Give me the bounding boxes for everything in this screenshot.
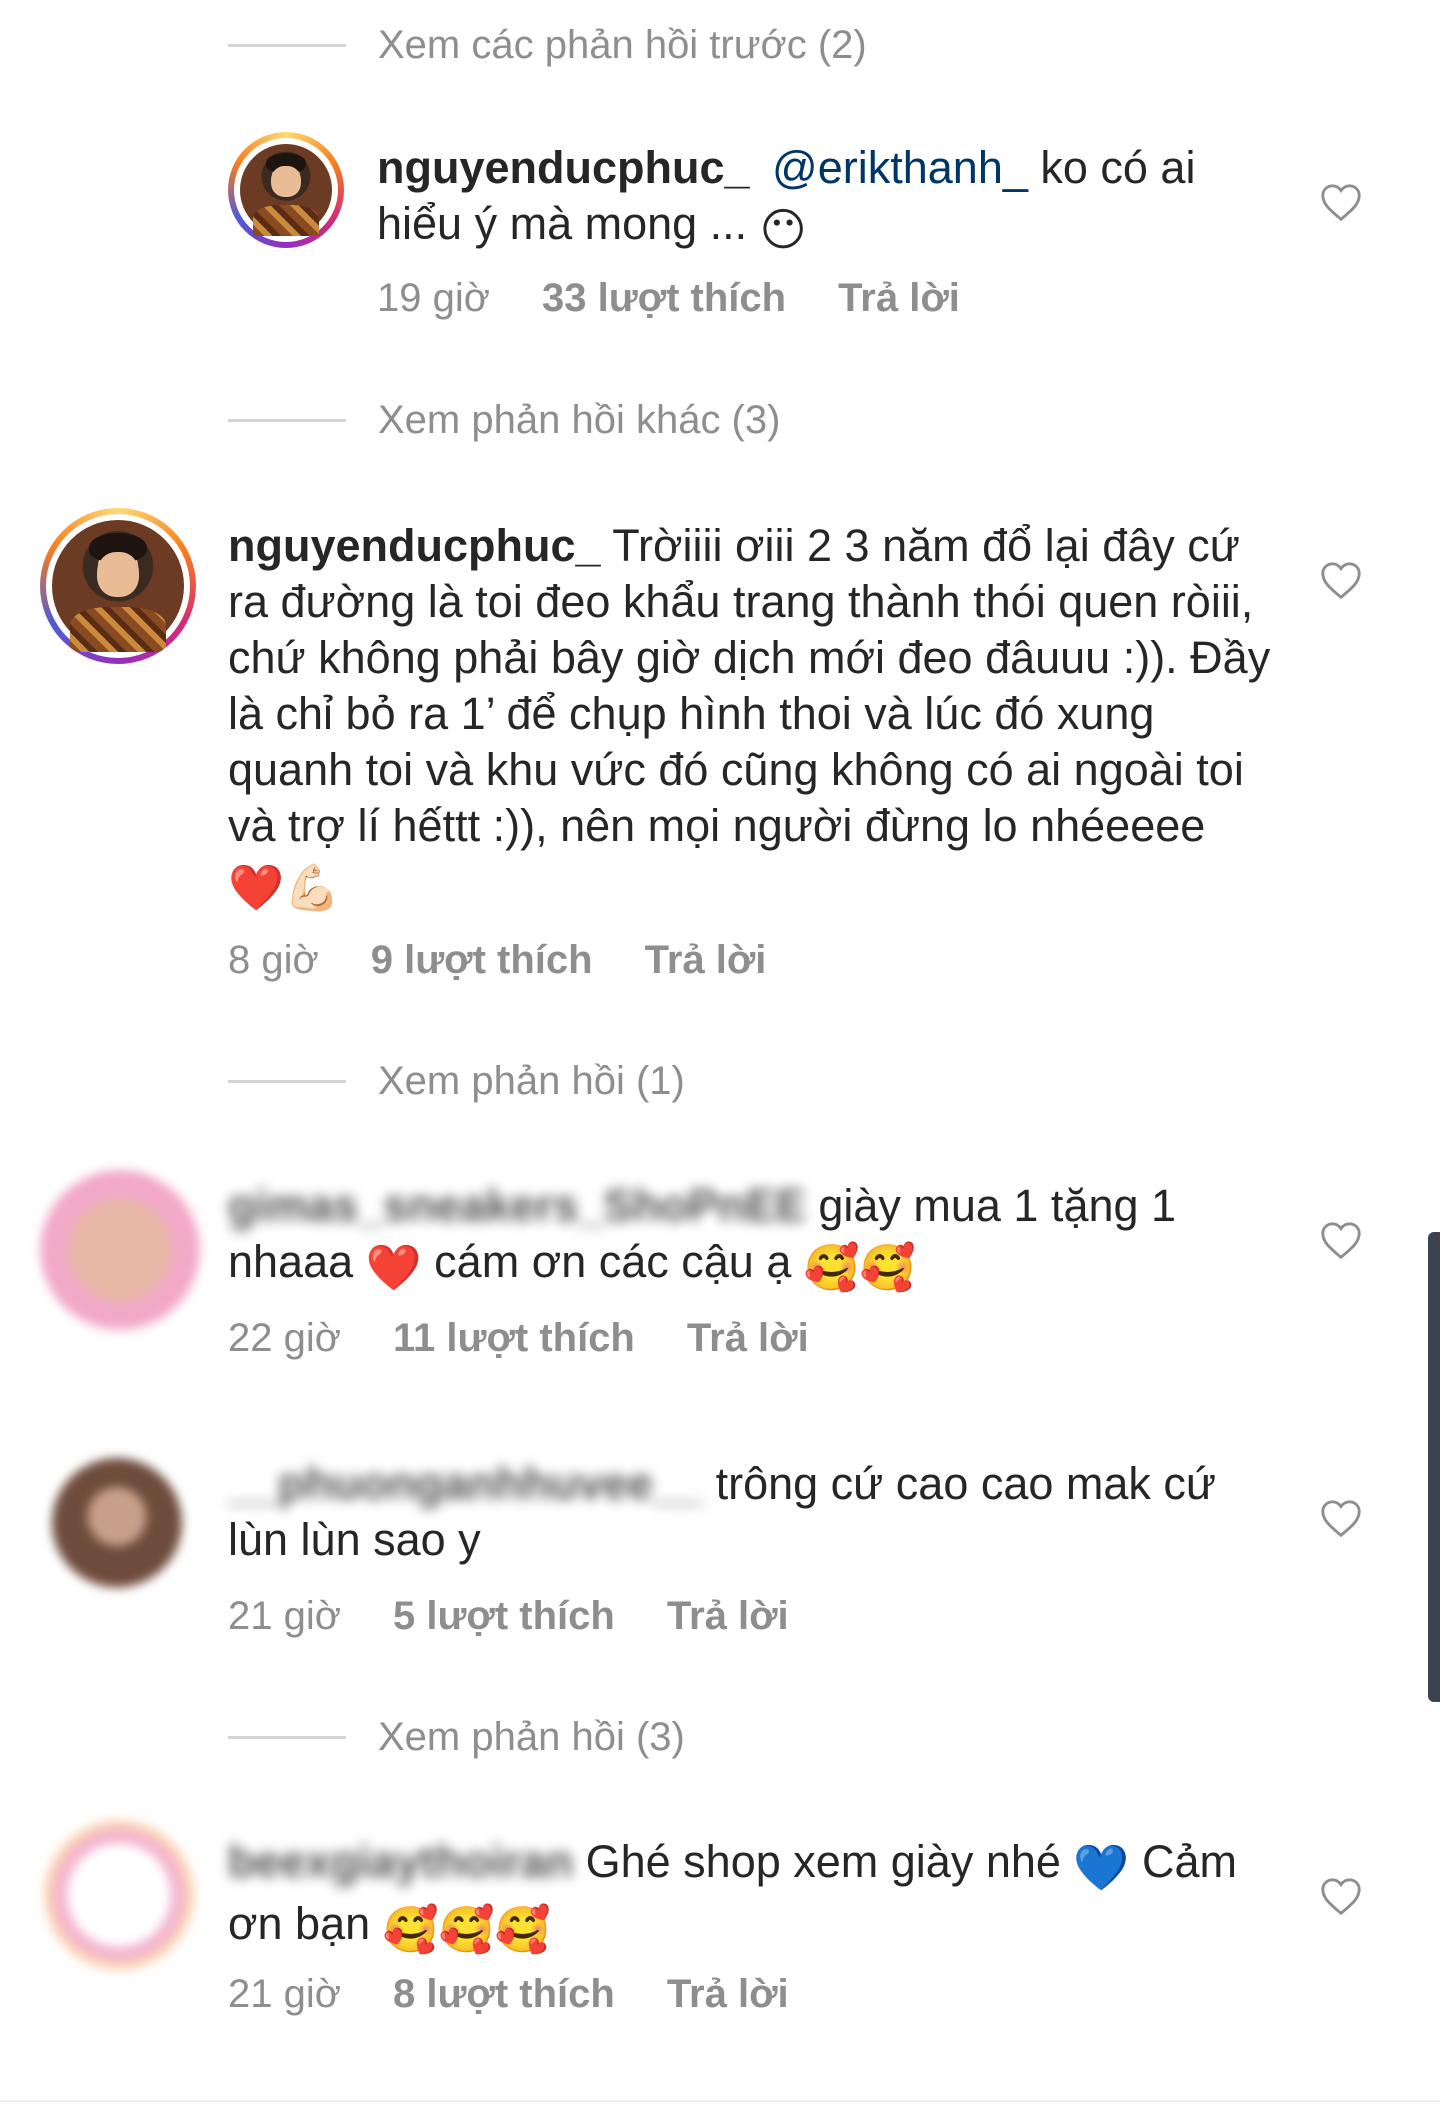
- avatar[interactable]: [44, 1820, 194, 1970]
- reply-button[interactable]: Trả lời: [838, 276, 960, 321]
- comment-text: nguyenducphuc_ Trờiiii ơiii 2 3 năm đổ l…: [228, 518, 1278, 916]
- comment-time: 21 giờ: [228, 1972, 341, 2016]
- thread-divider-line: [228, 1079, 346, 1083]
- comment-message: Ghé shop xem giày nhé: [585, 1836, 1074, 1887]
- thread-divider-line: [228, 1735, 346, 1739]
- comment-mention[interactable]: @erikthanh_: [772, 142, 1028, 193]
- view-previous-replies-link[interactable]: Xem các phản hồi trước (2): [228, 20, 867, 70]
- comment-likes-link[interactable]: 33 lượt thích: [542, 276, 786, 321]
- view-replies-text: Xem phản hồi (1): [378, 1058, 685, 1103]
- avatar[interactable]: [228, 132, 344, 248]
- comment-likes-link[interactable]: 5 lượt thích: [393, 1594, 615, 1639]
- like-heart-icon[interactable]: [1318, 180, 1364, 226]
- comment-emoji: 🥰🥰: [803, 1242, 916, 1293]
- comment-username[interactable]: nguyenducphuc_: [228, 520, 601, 571]
- comment-text: __phuonganhhuvee__ trông cứ cao cao mak …: [228, 1456, 1278, 1568]
- avatar[interactable]: [40, 508, 196, 664]
- view-replies-text: Xem phản hồi (3): [378, 1714, 685, 1759]
- bottom-divider: [0, 2100, 1440, 2102]
- comment-meta: 21 giờ 5 lượt thích Trả lời: [228, 1594, 789, 1639]
- view-other-replies-text: Xem phản hồi khác (3): [378, 397, 781, 442]
- comment-meta: 8 giờ 9 lượt thích Trả lời: [228, 938, 766, 983]
- comment-meta: 21 giờ 8 lượt thích Trả lời: [228, 1972, 789, 2017]
- comment-emoji: 💙: [1073, 1842, 1130, 1893]
- reply-button[interactable]: Trả lời: [667, 1594, 789, 1639]
- thread-divider-line: [228, 418, 346, 422]
- comment-emoji: ❤️💪🏻: [228, 862, 341, 913]
- comment-message-continued: cám ơn các cậu ạ: [421, 1236, 804, 1287]
- like-heart-icon[interactable]: [1318, 1496, 1364, 1542]
- comment-username[interactable]: gimas_sneakers_ShoPnEE: [228, 1178, 806, 1234]
- comment-time: 21 giờ: [228, 1594, 341, 1638]
- comment-emoji: 🥰🥰🥰: [382, 1904, 551, 1955]
- comment-time: 22 giờ: [228, 1316, 341, 1360]
- comment-username[interactable]: nguyenducphuc_: [377, 142, 750, 193]
- reply-button[interactable]: Trả lời: [645, 938, 767, 983]
- comment-meta: 22 giờ 11 lượt thích Trả lời: [228, 1316, 809, 1361]
- avatar[interactable]: [52, 1458, 182, 1588]
- scrollbar[interactable]: [1428, 1232, 1440, 1702]
- comment-username[interactable]: beexgiaythoiran: [228, 1834, 573, 1890]
- view-other-replies-link[interactable]: Xem phản hồi khác (3): [228, 395, 780, 445]
- reply-button[interactable]: Trả lời: [687, 1316, 809, 1361]
- comment-emoji: ❤️: [365, 1242, 422, 1293]
- avatar-photo: [240, 144, 332, 236]
- comment-text: beexgiaythoiran Ghé shop xem giày nhé 💙 …: [228, 1834, 1278, 1958]
- like-heart-icon[interactable]: [1318, 558, 1364, 604]
- comment-likes-link[interactable]: 11 lượt thích: [393, 1316, 635, 1361]
- comment-likes-link[interactable]: 8 lượt thích: [393, 1972, 615, 2017]
- comment-meta: 19 giờ 33 lượt thích Trả lời: [377, 276, 960, 321]
- like-heart-icon[interactable]: [1318, 1874, 1364, 1920]
- view-replies-link[interactable]: Xem phản hồi (1): [228, 1056, 685, 1106]
- comment-username[interactable]: __phuonganhhuvee__: [228, 1456, 703, 1512]
- view-previous-replies-text: Xem các phản hồi trước (2): [378, 22, 867, 67]
- comment-likes-link[interactable]: 9 lượt thích: [371, 938, 593, 983]
- thread-divider-line: [228, 43, 346, 47]
- comment-text: gimas_sneakers_ShoPnEE giày mua 1 tặng 1…: [228, 1178, 1278, 1296]
- comment-time: 8 giờ: [228, 938, 319, 982]
- avatar[interactable]: [40, 1170, 200, 1330]
- view-replies-link[interactable]: Xem phản hồi (3): [228, 1712, 685, 1762]
- reply-button[interactable]: Trả lời: [667, 1972, 789, 2017]
- comment-text: nguyenducphuc_ @erikthanh_ ko có ai hiểu…: [377, 140, 1257, 258]
- comment-emoji: 😶: [759, 204, 807, 255]
- avatar-photo: [52, 520, 184, 652]
- comment-time: 19 giờ: [377, 276, 490, 320]
- like-heart-icon[interactable]: [1318, 1218, 1364, 1264]
